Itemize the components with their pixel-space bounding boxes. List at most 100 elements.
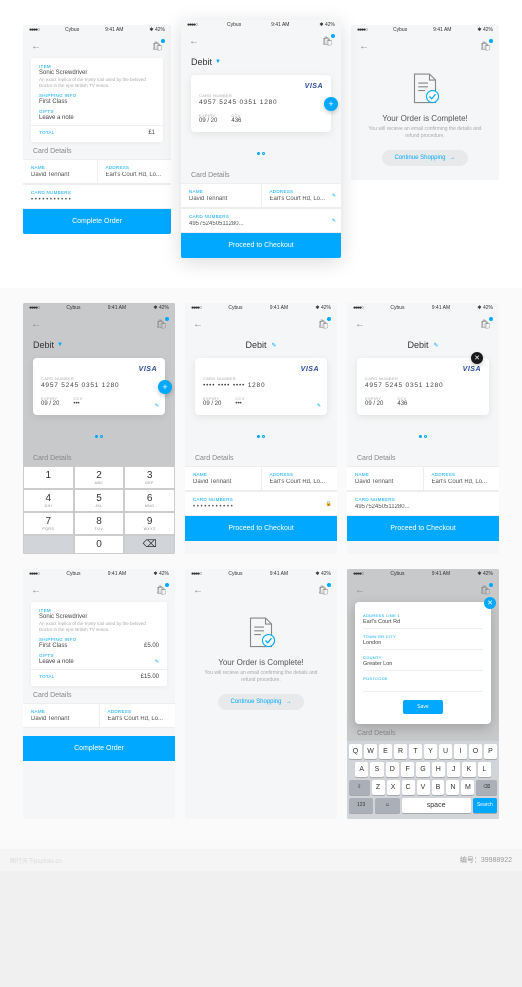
key-m[interactable]: M	[461, 780, 474, 795]
key-b[interactable]: B	[432, 780, 445, 795]
back-icon[interactable]: ←	[31, 585, 41, 596]
card-pagination[interactable]	[181, 138, 341, 166]
key-f[interactable]: F	[401, 762, 414, 777]
key-6[interactable]: 6MNO	[124, 489, 175, 512]
edit-icon[interactable]: ✎	[155, 659, 159, 665]
close-icon[interactable]: ✕	[484, 597, 496, 609]
name-field[interactable]: NAMEDavid Tennant	[181, 184, 262, 207]
complete-order-button[interactable]: Complete Order	[23, 209, 171, 234]
key-5[interactable]: 5JKL	[74, 489, 125, 512]
name-field[interactable]: NAMEDavid Tennant	[185, 467, 262, 490]
key-k[interactable]: K	[462, 762, 475, 777]
payment-type-selector[interactable]: Debit▼	[181, 53, 341, 75]
back-icon[interactable]: ←	[359, 41, 369, 52]
search-key[interactable]: Search	[473, 798, 497, 813]
address-postcode[interactable]	[363, 682, 483, 692]
back-icon[interactable]: ←	[193, 319, 203, 330]
shift-key[interactable]: ⇧	[349, 780, 370, 795]
key-7[interactable]: 7PQRS	[23, 512, 74, 535]
name-field[interactable]: NAMEDavid Tennant	[23, 160, 98, 183]
edit-icon[interactable]: ✎	[317, 403, 321, 409]
back-icon[interactable]: ←	[355, 585, 365, 596]
cart-icon[interactable]: 🛍	[318, 319, 329, 330]
name-field[interactable]: NAMEDavid Tennant	[23, 704, 100, 727]
cart-icon[interactable]: 🛍	[480, 41, 491, 52]
name-field[interactable]: NAMEDavid Tennant	[347, 467, 424, 490]
edit-icon[interactable]: ✎	[155, 403, 159, 409]
payment-type[interactable]: Debit✎	[185, 336, 337, 358]
cart-icon[interactable]: 🛍	[322, 36, 333, 47]
cart-icon[interactable]: 🛍	[156, 319, 167, 330]
key-4[interactable]: 4GHI	[23, 489, 74, 512]
key-o[interactable]: O	[469, 744, 482, 759]
key-e[interactable]: E	[379, 744, 392, 759]
key-c[interactable]: C	[402, 780, 415, 795]
address-county[interactable]: Greater Lon	[363, 661, 483, 671]
back-icon[interactable]: ←	[193, 585, 203, 596]
add-card-button[interactable]: +	[324, 97, 338, 111]
key-l[interactable]: L	[478, 762, 491, 777]
back-icon[interactable]: ←	[355, 319, 365, 330]
address-field[interactable]: ADDRESSEarl's Court Rd, Lo...✎	[262, 184, 342, 207]
card-number-field[interactable]: CARD NUMBERS• • • • • • • • • • •	[23, 185, 171, 208]
key-y[interactable]: Y	[424, 744, 437, 759]
key-9[interactable]: 9WXYZ	[124, 512, 175, 535]
key-0[interactable]: 0	[74, 535, 125, 554]
key-j[interactable]: J	[447, 762, 460, 777]
address-field[interactable]: ADDRESSEarl's Court Rd, Lo...	[424, 467, 500, 490]
edit-icon[interactable]: ✎	[332, 218, 336, 224]
address-field[interactable]: ADDRESSEarl's Court Rd, Lo...	[100, 704, 176, 727]
proceed-checkout-button[interactable]: Proceed to Checkout	[181, 233, 341, 258]
key-w[interactable]: W	[364, 744, 377, 759]
key-u[interactable]: U	[439, 744, 452, 759]
add-card-button[interactable]: +	[158, 380, 172, 394]
save-button[interactable]: Save	[403, 700, 442, 714]
delete-card-button[interactable]: ✕	[471, 352, 483, 364]
back-icon[interactable]: ←	[31, 319, 41, 330]
numbers-key[interactable]: 123	[349, 798, 373, 813]
space-key[interactable]: space	[402, 798, 471, 813]
proceed-checkout-button[interactable]: Proceed to Checkout	[347, 516, 499, 541]
key-g[interactable]: G	[416, 762, 429, 777]
key-v[interactable]: V	[417, 780, 430, 795]
address-field[interactable]: ADDRESSEarl's Court Rd, Lo...	[98, 160, 172, 183]
edit-icon[interactable]: ✎	[332, 193, 336, 199]
cart-icon[interactable]: 🛍	[480, 319, 491, 330]
key-i[interactable]: I	[454, 744, 467, 759]
card-number-field[interactable]: CARD NUMBERS495752450511280...✎	[181, 209, 341, 232]
key-2[interactable]: 2ABC	[74, 466, 125, 489]
key-r[interactable]: R	[394, 744, 407, 759]
proceed-checkout-button[interactable]: Proceed to Checkout	[185, 516, 337, 541]
payment-type-selector[interactable]: Debit▼	[23, 336, 175, 358]
card-number-field[interactable]: CARD NUMBERS495752450511280...	[347, 492, 499, 515]
key-s[interactable]: S	[370, 762, 383, 777]
key-8[interactable]: 8TUV	[74, 512, 125, 535]
continue-shopping-button[interactable]: Continue Shopping→	[218, 694, 303, 710]
key-delete[interactable]: ⌫	[124, 535, 175, 554]
complete-order-button[interactable]: Complete Order	[23, 736, 175, 761]
address-field[interactable]: ADDRESSEarl's Court Rd, Lo...	[262, 467, 338, 490]
key-t[interactable]: T	[409, 744, 422, 759]
key-n[interactable]: N	[446, 780, 459, 795]
address-line1[interactable]: Earl's Court Rd	[363, 619, 483, 629]
key-d[interactable]: D	[386, 762, 399, 777]
key-p[interactable]: P	[484, 744, 497, 759]
cart-icon[interactable]: 🛍	[480, 585, 491, 596]
card-number-field[interactable]: CARD NUMBERS• • • • • • • • • • •🔒	[185, 492, 337, 515]
continue-shopping-button[interactable]: Continue Shopping→	[382, 150, 467, 166]
key-z[interactable]: Z	[372, 780, 385, 795]
emoji-key[interactable]: ☺	[375, 798, 399, 813]
gifts-value[interactable]: Leave a note	[39, 115, 155, 121]
key-3[interactable]: 3DEF	[124, 466, 175, 489]
back-icon[interactable]: ←	[31, 41, 41, 52]
key-q[interactable]: Q	[349, 744, 362, 759]
key-1[interactable]: 1	[23, 466, 74, 489]
backspace-key[interactable]: ⌫	[476, 780, 497, 795]
back-icon[interactable]: ←	[189, 36, 199, 47]
key-x[interactable]: X	[387, 780, 400, 795]
address-town[interactable]: London	[363, 640, 483, 650]
key-h[interactable]: H	[432, 762, 445, 777]
key-a[interactable]: A	[355, 762, 368, 777]
cart-icon[interactable]: 🛍	[318, 585, 329, 596]
cart-icon[interactable]: 🛍	[152, 41, 163, 52]
